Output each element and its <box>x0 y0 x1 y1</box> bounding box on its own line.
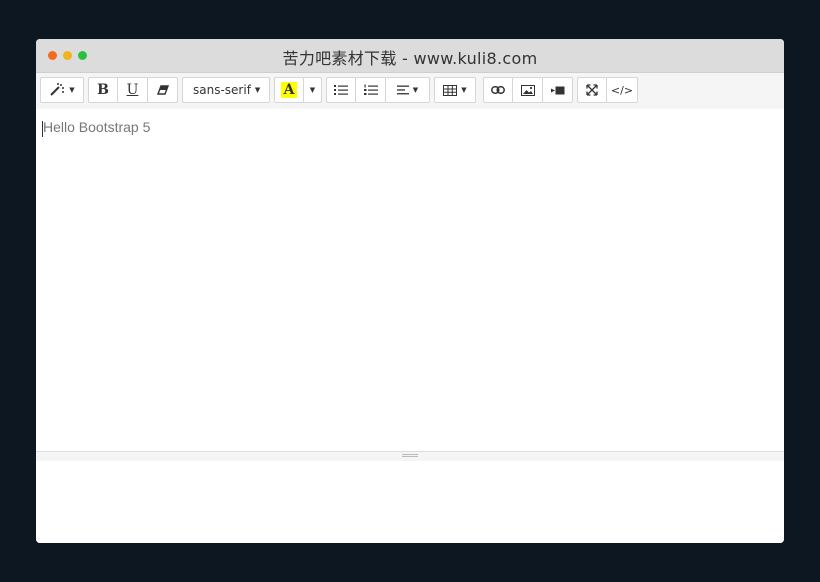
clear-format-button[interactable] <box>148 77 178 103</box>
bold-button[interactable]: B <box>88 77 118 103</box>
code-view-button[interactable]: </> <box>607 77 638 103</box>
table-icon <box>443 84 458 96</box>
title-bar: 苦力吧素材下载 - www.kuli8.com <box>36 39 784 73</box>
magic-wand-icon <box>50 83 65 96</box>
browser-window: 苦力吧素材下载 - www.kuli8.com ▼ B U sans-serif… <box>36 39 784 543</box>
picture-button[interactable] <box>513 77 543 103</box>
caret-down-icon: ▼ <box>461 86 467 94</box>
paragraph-align-dropdown[interactable]: ▼ <box>386 77 430 103</box>
editor-content-area[interactable]: Hello Bootstrap 5 <box>36 109 784 451</box>
font-name-label: sans-serif <box>193 83 251 97</box>
caret-down-icon: ▼ <box>412 86 419 94</box>
fullscreen-icon <box>586 84 598 96</box>
ordered-list-icon <box>363 84 378 95</box>
style-dropdown[interactable]: ▼ <box>40 77 84 103</box>
underline-label: U <box>126 82 139 98</box>
picture-icon <box>520 84 535 96</box>
unordered-list-icon <box>334 85 348 95</box>
link-button[interactable] <box>483 77 513 103</box>
color-swatch: A <box>280 82 298 98</box>
caret-down-icon: ▼ <box>69 86 75 94</box>
align-left-icon <box>396 85 409 95</box>
text-color-button[interactable]: A <box>274 77 304 103</box>
resize-grip-icon[interactable] <box>402 454 418 458</box>
bold-label: B <box>97 82 109 98</box>
link-icon <box>491 86 505 94</box>
font-name-dropdown[interactable]: sans-serif ▼ <box>182 77 270 103</box>
underline-button[interactable]: U <box>118 77 148 103</box>
ordered-list-button[interactable] <box>356 77 386 103</box>
fullscreen-button[interactable] <box>577 77 607 103</box>
window-title: 苦力吧素材下载 - www.kuli8.com <box>282 49 538 68</box>
unordered-list-button[interactable] <box>326 77 356 103</box>
table-dropdown[interactable]: ▼ <box>434 77 476 103</box>
code-view-label: </> <box>610 83 634 97</box>
caret-down-icon: ▼ <box>254 86 261 94</box>
color-dropdown-button[interactable]: ▼ <box>304 77 322 103</box>
editor-text[interactable]: Hello Bootstrap 5 <box>43 119 150 135</box>
caret-down-icon: ▼ <box>309 86 316 94</box>
lower-panel <box>36 461 784 543</box>
editor-toolbar: ▼ B U sans-serif ▼ A ▼ ▼ ▼ </> <box>36 73 784 110</box>
video-button[interactable] <box>543 77 573 103</box>
eraser-icon <box>156 85 169 95</box>
video-icon <box>550 86 564 94</box>
